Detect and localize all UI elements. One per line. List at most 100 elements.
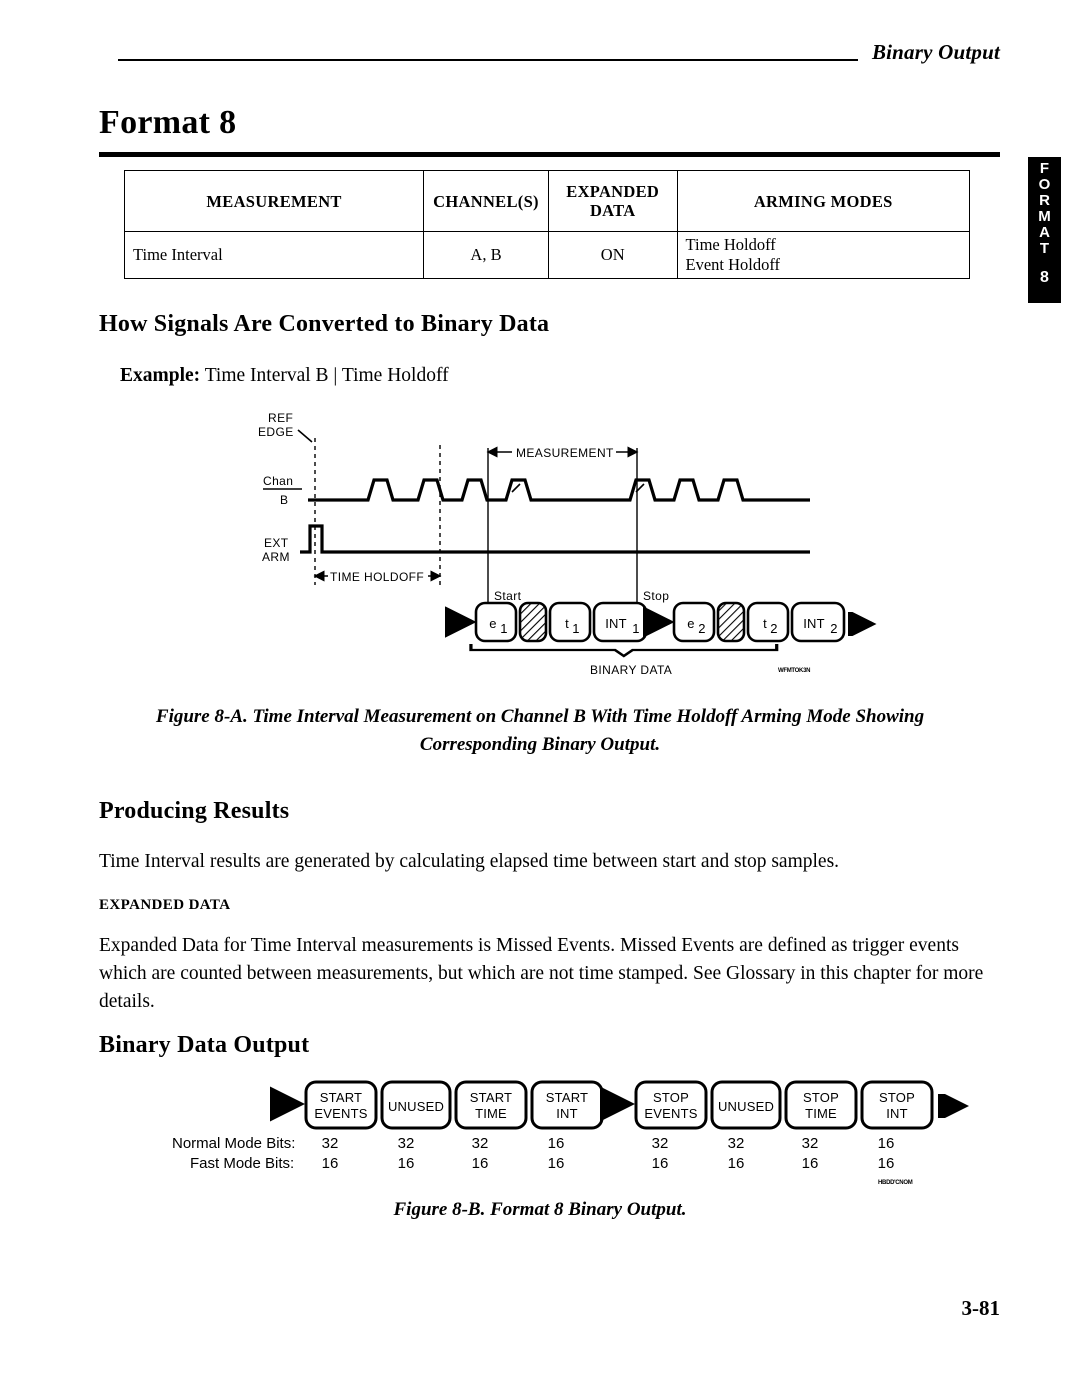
heading-binary-data-output: Binary Data Output bbox=[99, 1032, 310, 1058]
subheading-expanded-data: EXPANDED DATA bbox=[99, 897, 231, 913]
field-box-unused-2: UNUSED bbox=[710, 1080, 782, 1130]
fast-bits-stop-events: 16 bbox=[652, 1155, 669, 1172]
figure-8a-timing-diagram: REF EDGE MEASUREMENT Chan B EXT ARM TIME bbox=[250, 400, 850, 680]
svg-text:STOP: STOP bbox=[879, 1090, 915, 1105]
figure-8a-caption-line2: Corresponding Binary Output. bbox=[419, 734, 661, 755]
normal-bits-unused-2: 32 bbox=[728, 1135, 745, 1152]
ext-arm-label-line1: EXT bbox=[264, 536, 289, 550]
fast-bits-start-time: 16 bbox=[472, 1155, 489, 1172]
svg-text:START: START bbox=[546, 1090, 588, 1105]
field-box-unused-1: UNUSED bbox=[380, 1080, 452, 1130]
svg-text:INT: INT bbox=[803, 616, 825, 631]
side-tab-letter: A bbox=[1039, 224, 1050, 241]
svg-text:1: 1 bbox=[572, 621, 579, 636]
svg-text:TIME: TIME bbox=[805, 1106, 837, 1121]
example-line: Example: Time Interval B | Time Holdoff bbox=[120, 362, 449, 390]
column-header-measurement: MEASUREMENT bbox=[123, 170, 425, 232]
expanded-data-line-1: EXPANDED bbox=[566, 182, 660, 201]
figure-8b-caption: Figure 8-B. Format 8 Binary Output. bbox=[393, 1199, 687, 1220]
measurement-label: MEASUREMENT bbox=[516, 446, 614, 460]
svg-text:INT: INT bbox=[886, 1106, 908, 1121]
packet-box-unused-1 bbox=[518, 601, 548, 643]
ref-edge-label-line2: EDGE bbox=[258, 425, 294, 439]
page-title: Format 8 bbox=[99, 104, 237, 141]
svg-text:STOP: STOP bbox=[653, 1090, 689, 1105]
packet-box-e1: e 1 bbox=[474, 601, 518, 643]
normal-bits-stop-events: 32 bbox=[652, 1135, 669, 1152]
packet-box-t1: t 1 bbox=[548, 601, 592, 643]
fast-bits-unused-2: 16 bbox=[728, 1155, 745, 1172]
field-box-start-events: START EVENTS bbox=[304, 1080, 378, 1130]
table-row: Time Interval A, B ON Time Holdoff Event… bbox=[123, 231, 970, 279]
ext-arm-waveform bbox=[300, 524, 810, 554]
arming-mode-1: Time Holdoff bbox=[685, 235, 776, 254]
figure-8b-id-mark: HBDD'CNOM bbox=[878, 1180, 913, 1186]
field-box-start-time: START TIME bbox=[454, 1080, 528, 1130]
svg-text:e: e bbox=[489, 616, 496, 631]
expanded-data-paragraph: Expanded Data for Time Interval measurem… bbox=[99, 935, 984, 1012]
field-box-stop-events: STOP EVENTS bbox=[634, 1080, 708, 1130]
figure-8a-binary-data-brace: BINARY DATA WFMTOK3N bbox=[460, 640, 880, 684]
svg-text:STOP: STOP bbox=[803, 1090, 839, 1105]
svg-text:TIME: TIME bbox=[475, 1106, 507, 1121]
cell-channels: A, B bbox=[423, 231, 549, 279]
svg-text:2: 2 bbox=[698, 621, 705, 636]
page-number: 3-81 bbox=[961, 1296, 1001, 1320]
svg-text:1: 1 bbox=[632, 621, 639, 636]
svg-text:2: 2 bbox=[830, 621, 837, 636]
packet-box-e2: e 2 bbox=[672, 601, 716, 643]
packet-box-unused-2 bbox=[716, 601, 746, 643]
cell-arming-modes: Time Holdoff Event Holdoff bbox=[676, 231, 970, 279]
svg-text:t: t bbox=[565, 616, 569, 631]
fast-bits-start-int: 16 bbox=[548, 1155, 565, 1172]
brace bbox=[469, 644, 779, 658]
svg-text:e: e bbox=[687, 616, 694, 631]
svg-text:INT: INT bbox=[605, 616, 627, 631]
expanded-data-line-2: DATA bbox=[589, 201, 636, 220]
example-label: Example: bbox=[120, 365, 201, 386]
chan-b-waveform bbox=[308, 478, 810, 502]
start-label: Start bbox=[494, 589, 522, 603]
header-rule bbox=[118, 59, 858, 61]
time-holdoff-label: TIME HOLDOFF bbox=[330, 570, 424, 584]
column-header-expanded-data: EXPANDED DATA bbox=[547, 170, 678, 232]
title-rule bbox=[99, 152, 1000, 157]
svg-text:INT: INT bbox=[556, 1106, 578, 1121]
side-tab-letter: M bbox=[1038, 208, 1051, 225]
field-box-start-int: START INT bbox=[530, 1080, 604, 1130]
svg-text:EVENTS: EVENTS bbox=[314, 1106, 367, 1121]
normal-bits-start-int: 16 bbox=[548, 1135, 565, 1152]
chan-label-line2: B bbox=[280, 493, 288, 507]
cell-expanded-data: ON bbox=[547, 231, 678, 279]
field-box-stop-int: STOP INT bbox=[860, 1080, 934, 1130]
ref-edge-label-line1: REF bbox=[268, 411, 293, 425]
side-tab-number: 8 bbox=[1040, 269, 1049, 286]
normal-bits-stop-int: 16 bbox=[878, 1135, 895, 1152]
svg-text:1: 1 bbox=[500, 621, 507, 636]
cell-measurement: Time Interval bbox=[123, 231, 425, 279]
packet-box-t2: t 2 bbox=[746, 601, 790, 643]
fast-mode-bits-label: Fast Mode Bits: bbox=[190, 1155, 294, 1172]
heading-producing-results: Producing Results bbox=[99, 798, 290, 824]
svg-text:2: 2 bbox=[770, 621, 777, 636]
side-tab-letter: F bbox=[1039, 160, 1050, 177]
svg-text:t: t bbox=[763, 616, 767, 631]
figure-8b-bits-table: Normal Mode Bits: Fast Mode Bits: 32 32 … bbox=[160, 1130, 950, 1186]
side-tab-format-8: F O R M A T 8 bbox=[1028, 157, 1061, 303]
normal-bits-start-time: 32 bbox=[472, 1135, 489, 1152]
column-header-arming-modes: ARMING MODES bbox=[676, 170, 970, 232]
svg-text:START: START bbox=[470, 1090, 512, 1105]
field-box-stop-time: STOP TIME bbox=[784, 1080, 858, 1130]
svg-text:UNUSED: UNUSED bbox=[718, 1099, 774, 1114]
svg-text:START: START bbox=[320, 1090, 362, 1105]
fast-bits-stop-int: 16 bbox=[878, 1155, 895, 1172]
heading-how-signals-converted: How Signals Are Converted to Binary Data bbox=[99, 311, 550, 337]
side-tab-letter: O bbox=[1038, 176, 1051, 193]
normal-bits-unused-1: 32 bbox=[398, 1135, 415, 1152]
running-header: Binary Output bbox=[118, 40, 1000, 72]
packet-box-int1: INT 1 bbox=[592, 601, 648, 643]
packet-box-int2: INT 2 bbox=[790, 601, 846, 643]
figure-8b-exit-arrow bbox=[934, 1088, 978, 1124]
figure-8a-caption-line1: Figure 8-A. Time Interval Measurement on… bbox=[155, 706, 925, 727]
producing-results-paragraph: Time Interval results are generated by c… bbox=[99, 851, 840, 872]
